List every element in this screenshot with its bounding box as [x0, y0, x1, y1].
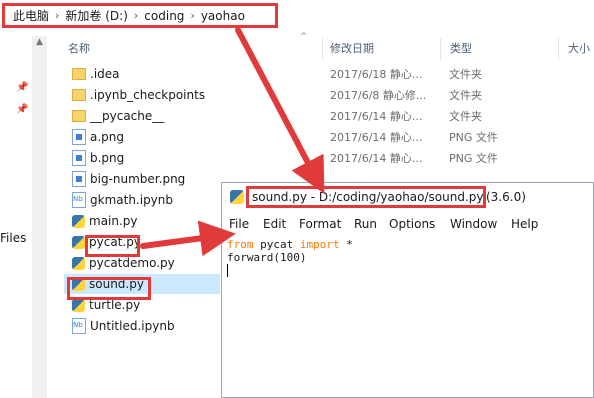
menu-bar: File Edit Format Run Options Window Help [222, 215, 593, 235]
menu-file[interactable]: File [229, 217, 249, 231]
python-version: (3.6.0) [486, 190, 526, 204]
column-header-size[interactable]: 大小 [568, 40, 590, 56]
list-item[interactable]: .idea [64, 64, 222, 84]
list-item[interactable]: main.py [64, 211, 222, 231]
code-line-3 [227, 264, 587, 277]
list-item[interactable]: Untitled.ipynb [64, 316, 222, 336]
file-name: .idea [90, 67, 120, 81]
folder-icon [72, 68, 86, 80]
breadcrumb-item-drive[interactable]: 新加卷 (D:) [65, 7, 127, 24]
column-divider[interactable] [322, 38, 323, 60]
file-type: PNG 文件 [449, 152, 498, 165]
file-date: 2017/6/14 静心... [330, 110, 423, 123]
file-name: Untitled.ipynb [90, 319, 175, 333]
python-file-icon [72, 298, 85, 312]
column-header-modified[interactable]: 修改日期 [330, 40, 374, 56]
notebook-file-icon [72, 318, 86, 334]
list-item[interactable]: big-number.png [64, 169, 222, 189]
file-date: 2017/6/18 静心... [330, 68, 423, 81]
idle-editor-window[interactable]: sound.py - D:/coding/yaohao/sound.py (3.… [221, 182, 594, 398]
file-name: a.png [90, 130, 125, 144]
scroll-up-arrow-icon[interactable]: ▲ [36, 37, 43, 47]
file-name: __pycache__ [90, 109, 165, 123]
import-target: * [339, 238, 353, 251]
pin-icon[interactable]: 📌 [16, 82, 28, 93]
list-item[interactable]: gkmath.ipynb [64, 190, 222, 210]
file-meta-row: 2017/6/18 静心... 文件夹 [330, 64, 482, 84]
breadcrumb-item-coding[interactable]: coding [144, 9, 184, 23]
column-header-name[interactable]: 名称 [68, 40, 90, 56]
list-item[interactable]: a.png [64, 127, 222, 147]
python-idle-icon [230, 190, 244, 204]
menu-format[interactable]: Format [299, 217, 341, 231]
file-name: big-number.png [90, 172, 186, 186]
file-name: turtle.py [89, 298, 141, 312]
keyword-import: import [299, 238, 340, 251]
address-breadcrumb[interactable]: 此电脑 › 新加卷 (D:) › coding › yaohao [2, 3, 278, 28]
list-item[interactable]: .ipynb_checkpoints [64, 85, 222, 105]
png-file-icon [72, 171, 86, 187]
file-name: gkmath.ipynb [90, 193, 174, 207]
breadcrumb-item-yaohao[interactable]: yaohao [201, 9, 245, 23]
file-date: 2017/6/8 静心修... [330, 89, 427, 102]
code-line-2: forward(100) [227, 251, 307, 264]
window-title: sound.py - D:/coding/yaohao/sound.py [252, 190, 484, 204]
breadcrumb-item-this-pc[interactable]: 此电脑 [13, 7, 49, 24]
file-type: 文件夹 [449, 110, 482, 123]
chevron-right-icon: › [133, 9, 139, 22]
column-header-row: ^ 名称 修改日期 类型 大小 [60, 32, 594, 60]
text-cursor [227, 264, 228, 277]
file-date: 2017/6/14 静心... [330, 131, 423, 144]
file-date: 2017/6/14 静心... [330, 152, 423, 165]
menu-help[interactable]: Help [511, 217, 538, 231]
file-type: 文件夹 [449, 68, 482, 81]
file-name: .ipynb_checkpoints [90, 88, 206, 102]
code-line-1: from pycat import * [227, 238, 587, 251]
menu-window[interactable]: Window [450, 217, 497, 231]
menu-options[interactable]: Options [389, 217, 435, 231]
column-header-type[interactable]: 类型 [450, 40, 472, 56]
file-meta-row: 2017/6/8 静心修... 文件夹 [330, 85, 482, 105]
highlight-box-sound [67, 277, 151, 300]
vertical-scrollbar[interactable] [32, 36, 47, 398]
pin-icon[interactable]: 📌 [16, 104, 28, 115]
file-meta-row: 2017/6/14 静心... 文件夹 [330, 106, 482, 126]
list-item[interactable]: __pycache__ [64, 106, 222, 126]
python-file-icon [72, 235, 85, 249]
png-file-icon [72, 150, 86, 166]
chevron-right-icon: › [55, 9, 60, 22]
menu-run[interactable]: Run [354, 217, 377, 231]
python-file-icon [72, 214, 85, 228]
python-file-icon [72, 256, 85, 270]
folder-icon [72, 89, 86, 101]
highlight-box-pycat [85, 235, 140, 257]
file-name: main.py [89, 214, 138, 228]
file-meta-row: 2017/6/14 静心... PNG 文件 [330, 148, 498, 168]
file-type: 文件夹 [449, 89, 482, 102]
sort-chevron-up-icon: ^ [300, 32, 308, 42]
chevron-right-icon: › [190, 9, 195, 22]
list-item[interactable]: b.png [64, 148, 222, 168]
folder-icon [72, 110, 86, 122]
window-title-bar[interactable]: sound.py - D:/coding/yaohao/sound.py (3.… [222, 183, 593, 211]
navigation-pane: 📌 📌 [0, 36, 30, 398]
png-file-icon [72, 129, 86, 145]
column-divider[interactable] [440, 38, 441, 60]
column-divider[interactable] [558, 38, 559, 60]
file-type: PNG 文件 [449, 131, 498, 144]
notebook-file-icon [72, 192, 86, 208]
menu-edit[interactable]: Edit [263, 217, 286, 231]
nav-item-files[interactable]: Files [0, 231, 26, 245]
file-name: b.png [90, 151, 125, 165]
code-editor[interactable]: from pycat import * forward(100) [227, 238, 587, 277]
module-name: pycat [253, 238, 300, 251]
file-meta-row: 2017/6/14 静心... PNG 文件 [330, 127, 498, 147]
keyword-from: from [227, 238, 254, 251]
file-name: pycatdemo.py [89, 256, 175, 270]
